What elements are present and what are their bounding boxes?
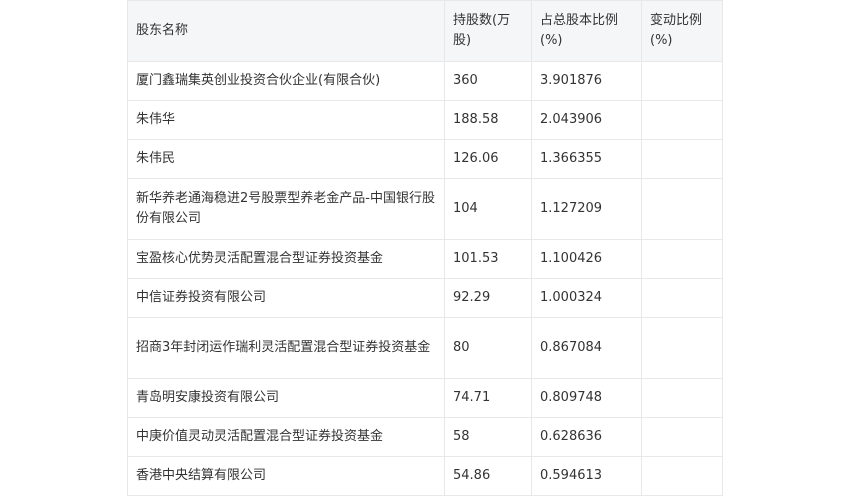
header-change-ratio: 变动比例(%) xyxy=(641,0,723,62)
change-ratio xyxy=(641,278,723,318)
share-ratio: 0.809748 xyxy=(531,378,642,418)
change-ratio xyxy=(641,378,723,418)
share-ratio: 0.867084 xyxy=(531,317,642,379)
share-ratio: 1.100426 xyxy=(531,239,642,279)
share-ratio: 1.000324 xyxy=(531,278,642,318)
shares-held: 74.71 xyxy=(444,378,532,418)
share-ratio: 2.043906 xyxy=(531,100,642,140)
shares-held: 360 xyxy=(444,61,532,101)
table-row: 朱伟民 126.06 1.366355 xyxy=(127,139,723,179)
shareholder-name: 朱伟华 xyxy=(127,100,445,140)
shares-held: 126.06 xyxy=(444,139,532,179)
table-row: 中信证券投资有限公司 92.29 1.000324 xyxy=(127,278,723,318)
table-row: 青岛明安康投资有限公司 74.71 0.809748 xyxy=(127,378,723,418)
shareholders-table: 股东名称 持股数(万股) 占总股本比例(%) 变动比例(%) 厦门鑫瑞集英创业投… xyxy=(127,0,723,496)
shares-held: 58 xyxy=(444,417,532,457)
table-row: 厦门鑫瑞集英创业投资合伙企业(有限合伙) 360 3.901876 xyxy=(127,61,723,101)
shareholder-name: 新华养老通海稳进2号股票型养老金产品-中国银行股份有限公司 xyxy=(127,178,445,240)
table-row: 朱伟华 188.58 2.043906 xyxy=(127,100,723,140)
share-ratio: 1.366355 xyxy=(531,139,642,179)
share-ratio: 3.901876 xyxy=(531,61,642,101)
table-header-row: 股东名称 持股数(万股) 占总股本比例(%) 变动比例(%) xyxy=(127,0,723,62)
header-shares-held: 持股数(万股) xyxy=(444,0,532,62)
share-ratio: 0.628636 xyxy=(531,417,642,457)
change-ratio xyxy=(641,417,723,457)
table-row: 新华养老通海稳进2号股票型养老金产品-中国银行股份有限公司 104 1.1272… xyxy=(127,178,723,240)
shareholder-name: 中信证券投资有限公司 xyxy=(127,278,445,318)
change-ratio xyxy=(641,317,723,379)
change-ratio xyxy=(641,178,723,240)
header-shareholder-name: 股东名称 xyxy=(127,0,445,62)
shareholder-name: 朱伟民 xyxy=(127,139,445,179)
shares-held: 101.53 xyxy=(444,239,532,279)
change-ratio xyxy=(641,239,723,279)
change-ratio xyxy=(641,100,723,140)
change-ratio xyxy=(641,61,723,101)
shareholder-name: 中庚价值灵动灵活配置混合型证券投资基金 xyxy=(127,417,445,457)
shareholder-name: 宝盈核心优势灵活配置混合型证券投资基金 xyxy=(127,239,445,279)
table-row: 招商3年封闭运作瑞利灵活配置混合型证券投资基金 80 0.867084 xyxy=(127,317,723,379)
shares-held: 104 xyxy=(444,178,532,240)
share-ratio: 0.594613 xyxy=(531,456,642,496)
header-share-ratio: 占总股本比例(%) xyxy=(531,0,642,62)
shares-held: 188.58 xyxy=(444,100,532,140)
change-ratio xyxy=(641,456,723,496)
shares-held: 80 xyxy=(444,317,532,379)
table-row: 宝盈核心优势灵活配置混合型证券投资基金 101.53 1.100426 xyxy=(127,239,723,279)
shares-held: 54.86 xyxy=(444,456,532,496)
change-ratio xyxy=(641,139,723,179)
share-ratio: 1.127209 xyxy=(531,178,642,240)
shareholder-name: 香港中央结算有限公司 xyxy=(127,456,445,496)
shareholder-name: 招商3年封闭运作瑞利灵活配置混合型证券投资基金 xyxy=(127,317,445,379)
table-row: 中庚价值灵动灵活配置混合型证券投资基金 58 0.628636 xyxy=(127,417,723,457)
shareholder-name: 厦门鑫瑞集英创业投资合伙企业(有限合伙) xyxy=(127,61,445,101)
table-row: 香港中央结算有限公司 54.86 0.594613 xyxy=(127,456,723,496)
shareholder-name: 青岛明安康投资有限公司 xyxy=(127,378,445,418)
shares-held: 92.29 xyxy=(444,278,532,318)
